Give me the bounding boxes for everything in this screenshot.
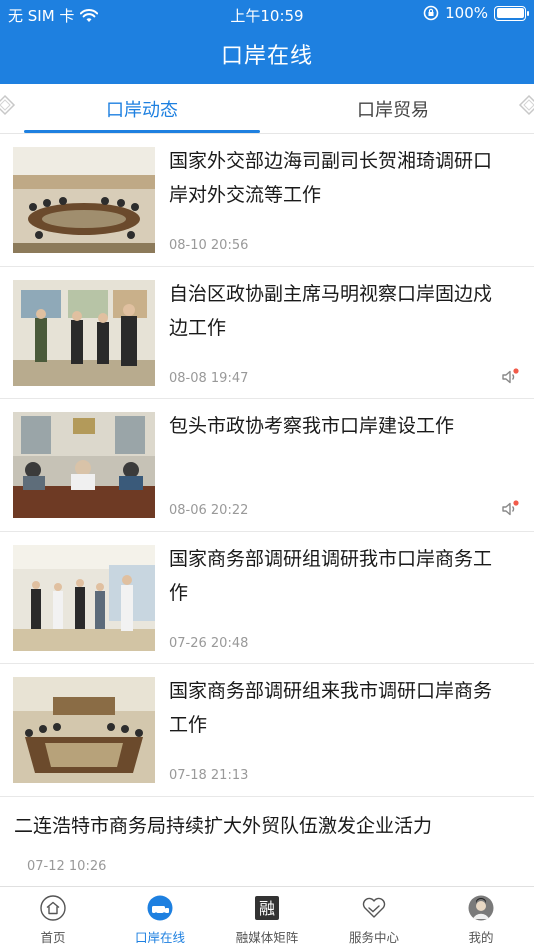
news-title: 国家商务部调研组调研我市口岸商务工作 [169,547,493,604]
nav-label: 服务中心 [348,930,399,945]
news-item[interactable]: 包头市政协考察我市口岸建设工作 08-06 20:22 [0,399,534,532]
news-item[interactable]: 二连浩特市商务局持续扩大外贸队伍激发企业活力 07-12 10:26 [0,797,534,892]
news-title: 国家商务部调研组来我市调研口岸商务工作 [169,680,493,736]
home-icon [40,895,66,921]
page-title: 口岸在线 [220,44,313,69]
news-time: 07-12 10:26 [27,858,107,874]
nav-label: 融媒体矩阵 [235,930,299,945]
news-time: 07-18 21:13 [169,768,249,783]
avatar-icon [468,895,494,921]
news-title: 国家外交部边海司副司长贺湘琦调研口岸对外交流等工作 [169,150,493,206]
news-title: 自治区政协副主席马明视察口岸固边戍边工作 [169,282,493,339]
svg-text:融: 融 [259,899,275,918]
battery-icon [494,5,529,21]
news-time: 07-26 20:48 [169,635,249,651]
news-time: 08-10 20:56 [169,238,249,253]
nav-home[interactable]: 首页 [0,887,106,950]
news-title: 包头市政协考察我市口岸建设工作 [169,415,455,437]
news-list: 国家外交部边海司副司长贺湘琦调研口岸对外交流等工作 08-10 20:56 自治… [0,134,534,892]
news-time: 08-06 20:22 [169,503,249,518]
port-icon [147,895,173,921]
news-title: 二连浩特市商务局持续扩大外贸队伍激发企业活力 [14,814,433,837]
app-header: 无 SIM 卡 上午10:59 100% 口岸在线 [0,0,534,84]
status-bar: 无 SIM 卡 上午10:59 100% [0,0,534,28]
nav-media-matrix[interactable]: 融 融媒体矩阵 [214,887,320,950]
nav-service-center[interactable]: 服务中心 [321,887,427,950]
news-thumbnail [13,279,155,386]
nav-port-online[interactable]: 口岸在线 [107,887,213,950]
ornament-icon [518,94,534,116]
news-item[interactable]: 国家外交部边海司副司长贺湘琦调研口岸对外交流等工作 08-10 20:56 [0,134,534,267]
news-thumbnail [13,677,155,783]
news-thumbnail [13,147,155,253]
media-matrix-icon: 融 [255,896,279,920]
news-item[interactable]: 自治区政协副主席马明视察口岸固边戍边工作 08-08 19:47 [0,267,534,399]
nav-label: 我的 [468,930,494,945]
nav-mine[interactable]: 我的 [428,887,534,950]
tab-bar: 口岸动态 口岸贸易 [0,84,534,134]
nav-label: 口岸在线 [134,930,185,945]
bottom-nav: 首页 口岸在线 融 融媒体矩阵 服务中心 我的 [0,886,534,950]
handshake-icon [362,897,386,918]
rotation-lock-icon [423,5,439,21]
status-right: 100% [423,4,529,22]
news-thumbnail [13,412,155,518]
speaker-icon[interactable] [500,367,520,387]
nav-label: 首页 [40,930,66,945]
news-time: 08-08 19:47 [169,370,249,386]
tab-port-news[interactable]: 口岸动态 [62,96,222,122]
news-item[interactable]: 国家商务部调研组调研我市口岸商务工作 07-26 20:48 [0,532,534,664]
battery-percent: 100% [445,4,488,22]
news-item[interactable]: 国家商务部调研组来我市调研口岸商务工作 07-18 21:13 [0,664,534,797]
active-tab-indicator [24,130,260,133]
speaker-icon[interactable] [500,499,520,519]
news-thumbnail [13,544,155,651]
tab-port-trade[interactable]: 口岸贸易 [313,96,473,122]
ornament-icon [0,94,16,116]
